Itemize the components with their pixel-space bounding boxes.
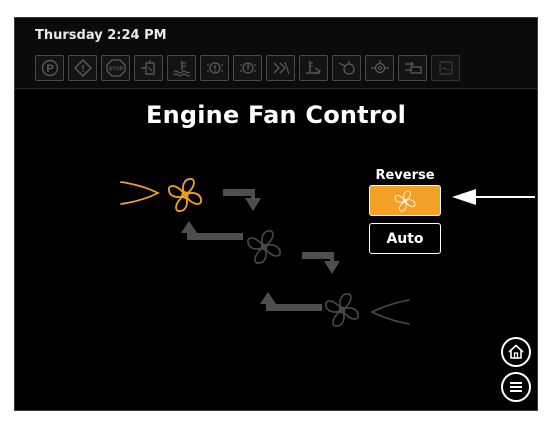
home-icon	[508, 344, 524, 359]
fan-icon	[168, 178, 202, 212]
reverse-button[interactable]	[369, 185, 441, 216]
flow-arrow-icon	[223, 189, 261, 211]
auto-button[interactable]: Auto	[369, 223, 441, 254]
fan-icon	[247, 230, 281, 264]
menu-icon	[510, 382, 522, 392]
airflow-in-arrow-icon	[120, 181, 161, 205]
fan-airflow-diagram	[120, 178, 410, 327]
flow-arrow-icon	[302, 252, 340, 274]
flow-arrow-icon	[181, 221, 243, 240]
home-button[interactable]	[501, 337, 531, 367]
menu-button[interactable]	[501, 372, 531, 402]
fan-icon	[325, 293, 359, 327]
display-screen: Thursday 2:24 PM P ! STOP Engine Fan Con…	[14, 17, 538, 411]
reverse-label: Reverse	[375, 168, 435, 183]
flow-arrow-icon	[260, 292, 322, 311]
airflow-in-arrow-icon	[370, 299, 410, 325]
fan-icon	[394, 190, 416, 211]
